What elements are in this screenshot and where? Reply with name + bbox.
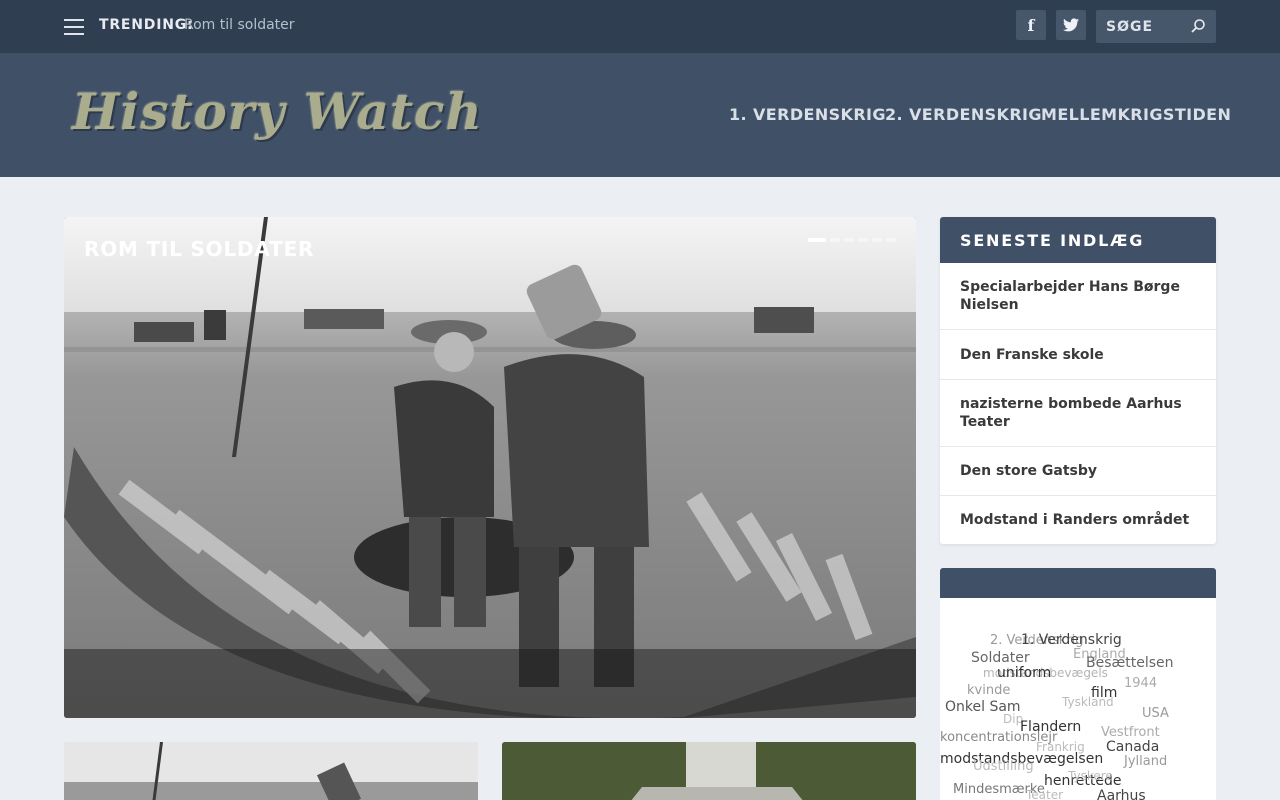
- tag-link[interactable]: USA: [1142, 706, 1169, 721]
- recent-posts-title: SENESTE INDLÆG: [940, 217, 1216, 263]
- slider-dot[interactable]: [872, 238, 882, 242]
- tag-link[interactable]: Udstilling: [973, 759, 1034, 774]
- nav-item-ww2[interactable]: 2. VERDENSKRIG: [885, 105, 1042, 124]
- post-card-thumbnail[interactable]: [502, 742, 916, 800]
- tag-link[interactable]: Jylland: [1124, 754, 1167, 769]
- tag-link[interactable]: Tyskland: [1062, 695, 1114, 709]
- recent-post-link[interactable]: Modstand i Randers området: [940, 496, 1216, 544]
- tag-link[interactable]: kvinde: [967, 683, 1010, 698]
- slider-dot[interactable]: [844, 238, 854, 242]
- nav-item-interwar[interactable]: MELLEMKRIGSTIDEN: [1041, 105, 1231, 124]
- site-logo[interactable]: History Watch: [72, 82, 483, 141]
- nav-item-ww1[interactable]: 1. VERDENSKRIG: [729, 105, 886, 124]
- slider-dot[interactable]: [808, 238, 826, 242]
- search-box: [1096, 10, 1216, 43]
- recent-post-link[interactable]: nazisterne bombede Aarhus Teater: [940, 380, 1216, 447]
- search-input[interactable]: [1096, 10, 1191, 43]
- post-card-photo: [64, 742, 478, 800]
- post-card-photo: [502, 742, 916, 800]
- trending-label: TRENDING:: [99, 17, 194, 33]
- tag-link[interactable]: 1. Verdenskrig: [1021, 632, 1122, 648]
- recent-post-link[interactable]: Den store Gatsby: [940, 447, 1216, 496]
- featured-slider[interactable]: ROM TIL SOLDATER: [64, 217, 916, 718]
- slider-caption-bar: [64, 649, 916, 718]
- tag-cloud-widget: 2. Verdenskrig 1. Verdenskrig England So…: [940, 568, 1216, 800]
- tag-link[interactable]: Teater: [1026, 788, 1063, 800]
- recent-post-link[interactable]: Den Franske skole: [940, 330, 1216, 380]
- tag-link[interactable]: Vestfront: [1101, 725, 1160, 740]
- post-card-thumbnail[interactable]: [64, 742, 478, 800]
- menu-icon[interactable]: [64, 19, 84, 35]
- slider-dot[interactable]: [886, 238, 896, 242]
- slider-dots: [808, 238, 900, 242]
- tag-link[interactable]: Soldater: [971, 650, 1030, 666]
- tag-link[interactable]: uniform: [997, 665, 1051, 681]
- tag-link[interactable]: 1944: [1124, 676, 1157, 691]
- tag-cloud-header: [940, 568, 1216, 598]
- tag-link[interactable]: Aarhus: [1097, 788, 1146, 800]
- slider-dot[interactable]: [830, 238, 840, 242]
- twitter-icon[interactable]: [1056, 10, 1086, 40]
- tag-link[interactable]: Tyskere: [1068, 769, 1113, 783]
- search-icon[interactable]: [1190, 18, 1206, 34]
- trending-link[interactable]: Rom til soldater: [184, 17, 295, 33]
- top-bar: TRENDING: Rom til soldater f: [0, 0, 1280, 53]
- recent-post-link[interactable]: Specialarbejder Hans Børge Nielsen: [940, 263, 1216, 330]
- featured-photo: [64, 217, 916, 718]
- tag-link[interactable]: Canada: [1106, 739, 1159, 755]
- slider-dot[interactable]: [858, 238, 868, 242]
- slider-caption[interactable]: ROM TIL SOLDATER: [84, 237, 314, 261]
- facebook-icon[interactable]: f: [1016, 10, 1046, 40]
- recent-posts-widget: SENESTE INDLÆG Specialarbejder Hans Børg…: [940, 217, 1216, 544]
